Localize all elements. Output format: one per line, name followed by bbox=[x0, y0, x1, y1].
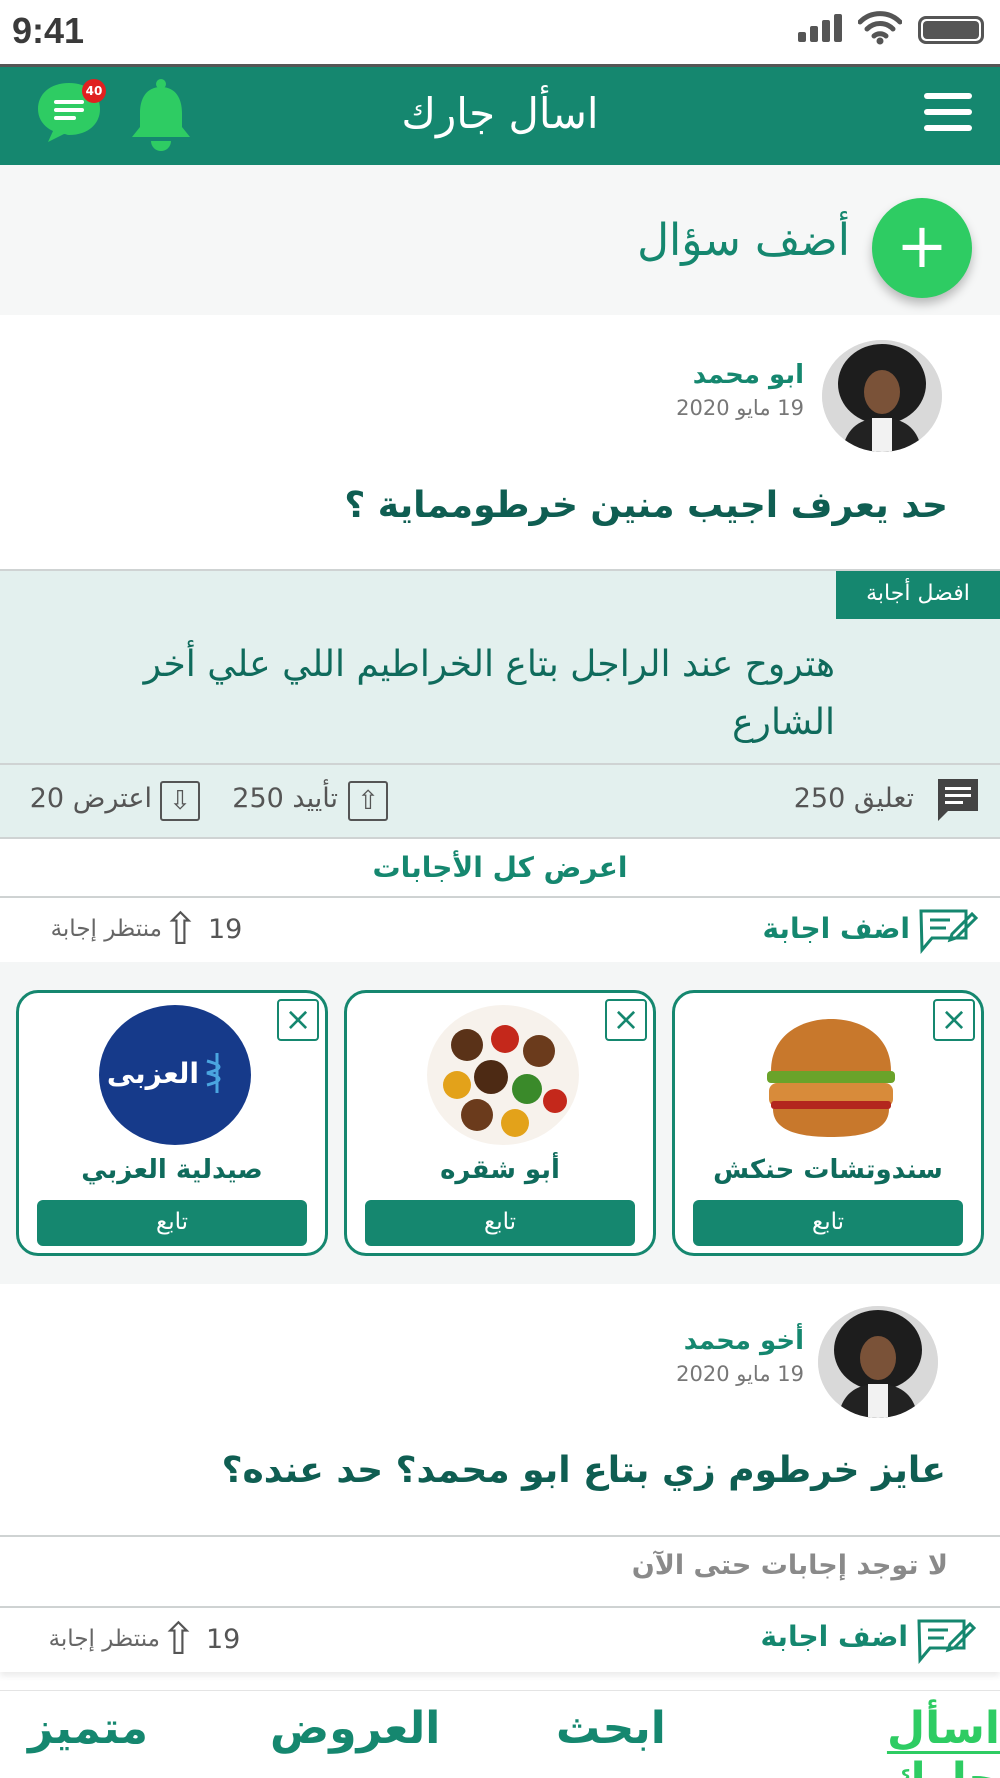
follow-button[interactable]: تابع bbox=[365, 1200, 635, 1246]
close-icon[interactable]: × bbox=[933, 999, 975, 1041]
close-icon[interactable]: × bbox=[605, 999, 647, 1041]
answer-stats-row: تعليق 250 ⇧ تأييد 250 ⇩ اعترض 20 bbox=[0, 765, 1000, 837]
comment-icon[interactable] bbox=[934, 777, 982, 823]
comments-count[interactable]: تعليق 250 bbox=[700, 783, 914, 814]
caduceus-icon bbox=[206, 1053, 221, 1093]
nav-ask-neighbor[interactable]: اسأل جارك bbox=[766, 1703, 1000, 1778]
downvotes-count: اعترض 20 bbox=[29, 783, 152, 814]
add-answer-button[interactable]: اضف اجابة bbox=[698, 1620, 908, 1653]
divider bbox=[0, 837, 1000, 839]
post-date: 19 مايو 2020 bbox=[676, 396, 804, 420]
status-time: 9:41 bbox=[12, 10, 85, 51]
pharmacy-logo: العزبى bbox=[99, 1005, 251, 1145]
ad-name[interactable]: صيدلية العزبي bbox=[19, 1155, 325, 1185]
close-icon[interactable]: × bbox=[277, 999, 319, 1041]
ad-name[interactable]: سندوتشات حنكش bbox=[675, 1155, 981, 1185]
divider bbox=[0, 1535, 1000, 1537]
question-text[interactable]: حد يعرف اجيب منين خرطومماية ؟ bbox=[150, 485, 948, 526]
post-date: 19 مايو 2020 bbox=[676, 1362, 804, 1386]
downvote-icon[interactable]: ⇩ bbox=[160, 781, 200, 821]
nav-search[interactable]: ابحث bbox=[556, 1703, 666, 1754]
nav-featured[interactable]: متميز bbox=[28, 1703, 148, 1754]
no-answers-text: لا توجد إجابات حتى الآن bbox=[631, 1550, 948, 1581]
waiting-arrow-icon[interactable]: ⇧ bbox=[162, 904, 199, 955]
wifi-icon bbox=[858, 11, 902, 45]
follow-button[interactable]: تابع bbox=[693, 1200, 963, 1246]
avatar bbox=[818, 1306, 938, 1418]
waiting-label: منتظر إجابة bbox=[48, 1626, 160, 1652]
burger-image bbox=[755, 1005, 907, 1145]
add-question-button[interactable]: + bbox=[872, 198, 972, 298]
waiting-label: منتظر إجابة bbox=[50, 916, 162, 942]
answer-action-row: اضف اجابة منتظر إجابة ⇧ 19 bbox=[0, 1608, 1000, 1672]
kebab-image bbox=[427, 1005, 579, 1145]
write-answer-icon[interactable] bbox=[918, 908, 978, 954]
view-all-answers-link[interactable]: اعرض كل الأجابات bbox=[0, 840, 1000, 896]
upvotes-count: تأييد 250 bbox=[232, 783, 338, 814]
best-answer-badge: افضل أجابة bbox=[836, 571, 1000, 619]
menu-icon[interactable] bbox=[924, 93, 972, 141]
app-header: 40 اسأل جارك bbox=[0, 64, 1000, 165]
signal-icon bbox=[798, 0, 846, 64]
question-text[interactable]: عايز خرطوم زي بتاع ابو محمد؟ حد عنده؟ bbox=[100, 1450, 946, 1491]
follow-button[interactable]: تابع bbox=[37, 1200, 307, 1246]
bottom-nav: اسأل جارك ابحث العروض متميز bbox=[0, 1690, 1000, 1778]
waiting-count: 19 bbox=[206, 1624, 241, 1655]
best-answer-text: هتروح عند الراجل بتاع الخراطيم اللي علي … bbox=[143, 644, 835, 743]
upvote-icon[interactable]: ⇧ bbox=[348, 781, 388, 821]
battery-icon bbox=[918, 16, 984, 44]
add-question-bar bbox=[0, 165, 1000, 315]
answer-action-row: اضف اجابة منتظر إجابة ⇧ 19 bbox=[0, 898, 1000, 962]
waiting-count: 19 bbox=[208, 914, 243, 945]
notifications-bell-icon[interactable] bbox=[128, 77, 194, 153]
ad-card[interactable]: × العزبى صيدلية العزبي تابع bbox=[16, 990, 328, 1256]
waiting-arrow-icon[interactable]: ⇧ bbox=[160, 1614, 197, 1665]
ad-card[interactable]: × سندوتشات حنكش تابع bbox=[672, 990, 984, 1256]
ad-card[interactable]: × أبو شقره تابع bbox=[344, 990, 656, 1256]
post-author[interactable]: ابو محمد bbox=[560, 360, 804, 390]
write-answer-icon[interactable] bbox=[916, 1618, 976, 1664]
add-question-label[interactable]: أضف سؤال bbox=[637, 215, 850, 266]
chat-badge: 40 bbox=[82, 79, 106, 103]
ad-name[interactable]: أبو شقره bbox=[347, 1155, 653, 1185]
add-answer-button[interactable]: اضف اجابة bbox=[700, 912, 910, 945]
pharmacy-logo-text: العزبى bbox=[106, 1057, 199, 1090]
messages-button[interactable]: 40 bbox=[34, 79, 106, 145]
status-bar: 9:41 bbox=[0, 0, 1000, 64]
post-author[interactable]: أخو محمد bbox=[560, 1326, 804, 1356]
app-title: اسأل جارك bbox=[401, 89, 599, 138]
nav-offers[interactable]: العروض bbox=[270, 1703, 440, 1754]
avatar bbox=[822, 340, 942, 452]
